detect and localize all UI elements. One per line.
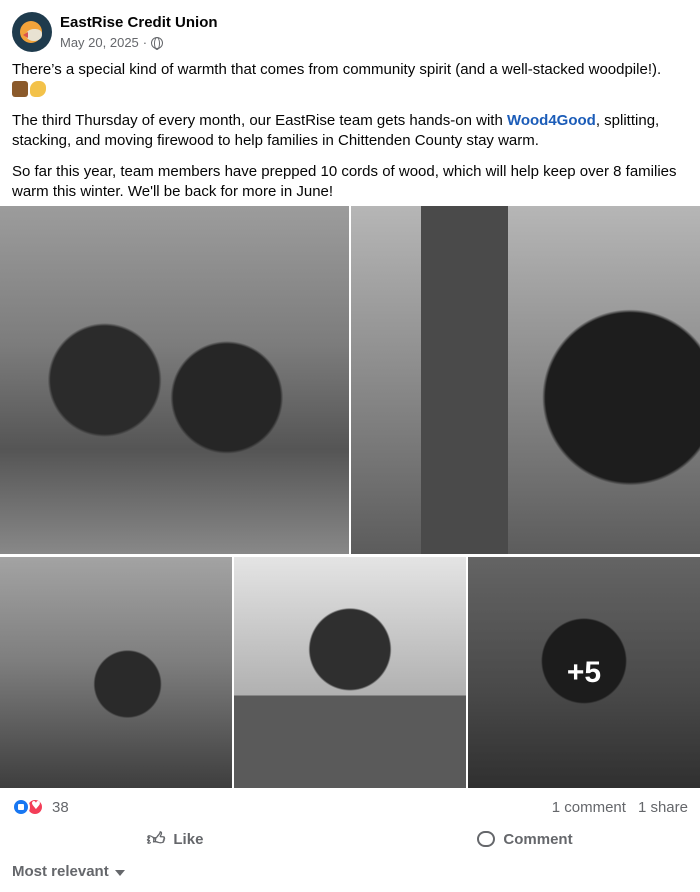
- share-count[interactable]: 1 share: [638, 799, 688, 816]
- like-button[interactable]: 👍︎ Like: [0, 820, 350, 858]
- like-reaction-icon: [12, 798, 30, 816]
- action-bar: 👍︎ Like Comment: [0, 820, 700, 858]
- wood4good-link[interactable]: Wood4Good: [507, 112, 596, 129]
- globe-icon[interactable]: [151, 36, 164, 50]
- photo-3[interactable]: [0, 557, 232, 788]
- wood-icon: [12, 81, 28, 97]
- reaction-count: 38: [52, 798, 69, 816]
- chevron-down-icon: [114, 869, 125, 876]
- thumbs-up-icon: 👍︎: [146, 829, 166, 850]
- photo-4[interactable]: [234, 557, 466, 788]
- page-name[interactable]: EastRise Credit Union: [60, 13, 218, 32]
- post-paragraph-1: There’s a special kind of warmth that co…: [12, 60, 692, 100]
- page-avatar[interactable]: [12, 12, 52, 52]
- post-date[interactable]: May 20, 2025: [60, 34, 139, 51]
- comment-button[interactable]: Comment: [350, 820, 700, 858]
- engagement-counts: 1 comment 1 share: [552, 799, 688, 816]
- more-photos-count: +5: [566, 655, 602, 689]
- more-photos-overlay[interactable]: +5: [468, 557, 700, 788]
- comment-label: Comment: [503, 830, 573, 848]
- reaction-summary[interactable]: 38: [12, 798, 69, 816]
- photo-5[interactable]: +5: [468, 557, 700, 788]
- meta-separator: ·: [142, 35, 148, 50]
- sort-label: Most relevant: [12, 863, 109, 880]
- comment-icon: [477, 831, 496, 847]
- post-body: There’s a special kind of warmth that co…: [12, 60, 692, 213]
- flexed-biceps-icon: [30, 81, 46, 97]
- post-paragraph-3: So far this year, team members have prep…: [12, 163, 677, 200]
- like-label: Like: [173, 830, 204, 848]
- comments-sort-dropdown[interactable]: Most relevant: [12, 863, 125, 880]
- post-header: EastRise Credit Union May 20, 2025 ·: [12, 12, 218, 52]
- post-meta: May 20, 2025 ·: [60, 34, 218, 51]
- post-paragraph-2: The third Thursday of every month, our E…: [12, 112, 660, 149]
- photo-2[interactable]: [351, 206, 700, 554]
- comment-count[interactable]: 1 comment: [552, 799, 626, 816]
- photo-1[interactable]: [0, 206, 349, 554]
